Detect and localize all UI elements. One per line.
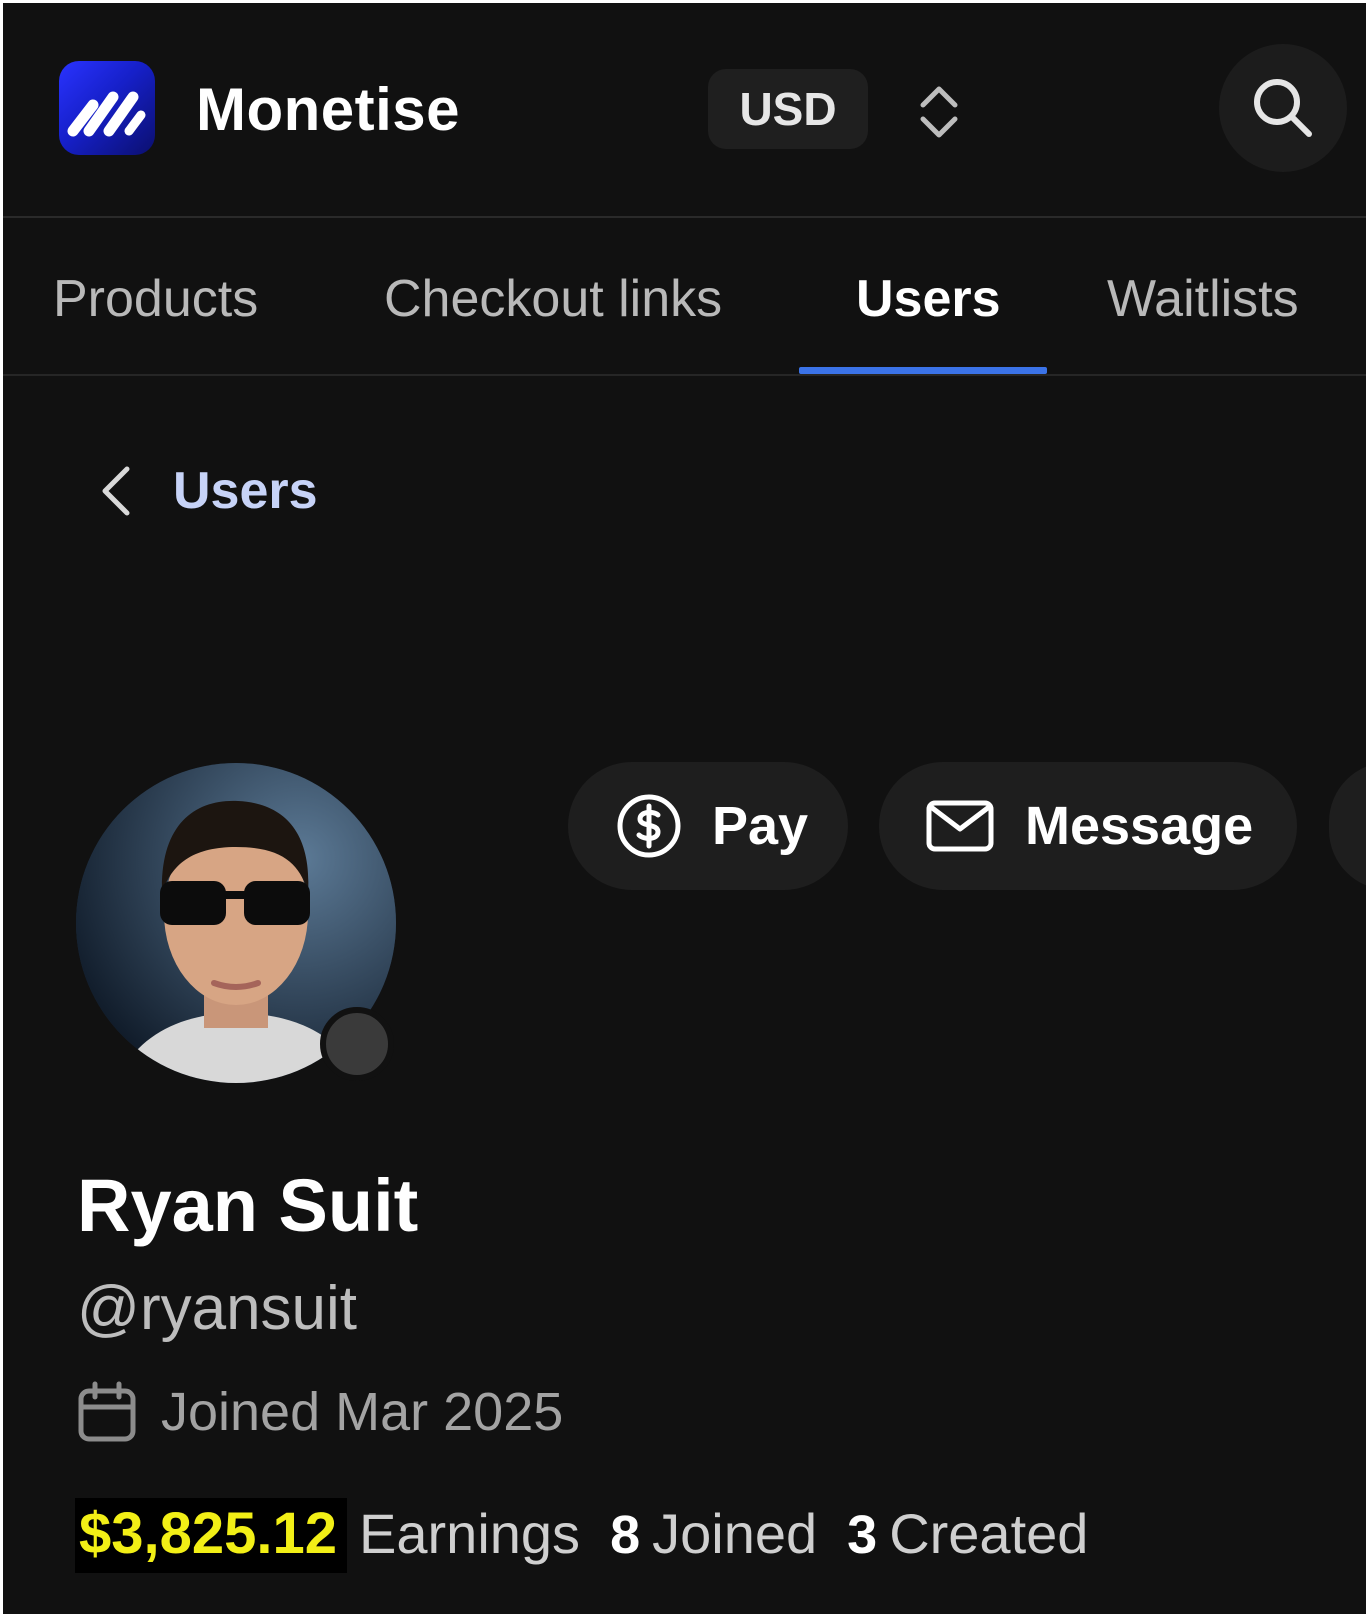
pay-button-label: Pay [712, 796, 809, 856]
pay-button[interactable]: Pay [568, 762, 848, 890]
tab-waitlists[interactable]: Waitlists [1107, 269, 1299, 329]
currency-selector[interactable]: USD [708, 69, 868, 149]
earnings-label: Earnings [359, 1502, 581, 1565]
search-icon [1254, 79, 1312, 137]
tab-users[interactable]: Users [856, 269, 1001, 329]
earnings-value: $3,825.12 [75, 1498, 348, 1573]
tab-products[interactable]: Products [53, 269, 258, 329]
created-count-label: Created [889, 1502, 1089, 1565]
dollar-circle-icon [616, 793, 682, 859]
message-button[interactable]: Message [879, 762, 1297, 890]
profile-name: Ryan Suit [77, 1164, 419, 1247]
tab-checkout-links[interactable]: Checkout links [384, 269, 722, 329]
created-count: 3 [847, 1505, 878, 1565]
profile-handle: @ryansuit [77, 1274, 358, 1343]
message-button-label: Message [1025, 796, 1254, 856]
currency-label: USD [739, 83, 837, 135]
more-actions-button[interactable] [1329, 762, 1366, 890]
header-divider [3, 216, 1366, 218]
app-window: Monetise USD Products Checkout links Use… [3, 3, 1366, 1614]
tabs-divider [3, 374, 1366, 376]
profile-stats: $3,825.12 Earnings 8 Joined 3 Created [75, 1498, 1088, 1573]
active-tab-indicator [799, 367, 1047, 374]
back-link-label: Users [173, 462, 318, 520]
joined-count-label: Joined [652, 1502, 818, 1565]
monetise-logo-icon[interactable] [59, 61, 155, 155]
calendar-icon [78, 1381, 136, 1442]
chevron-left-icon [102, 466, 130, 516]
joined-date: Joined Mar 2025 [77, 1381, 563, 1443]
status-indicator [320, 1007, 394, 1081]
brand-name: Monetise [196, 76, 461, 143]
joined-date-label: Joined Mar 2025 [161, 1382, 564, 1442]
joined-count: 8 [610, 1505, 641, 1565]
back-to-users-link[interactable]: Users [97, 461, 318, 521]
search-button[interactable] [1219, 44, 1347, 172]
chevron-up-down-icon[interactable] [915, 81, 963, 143]
mail-icon [925, 799, 995, 853]
